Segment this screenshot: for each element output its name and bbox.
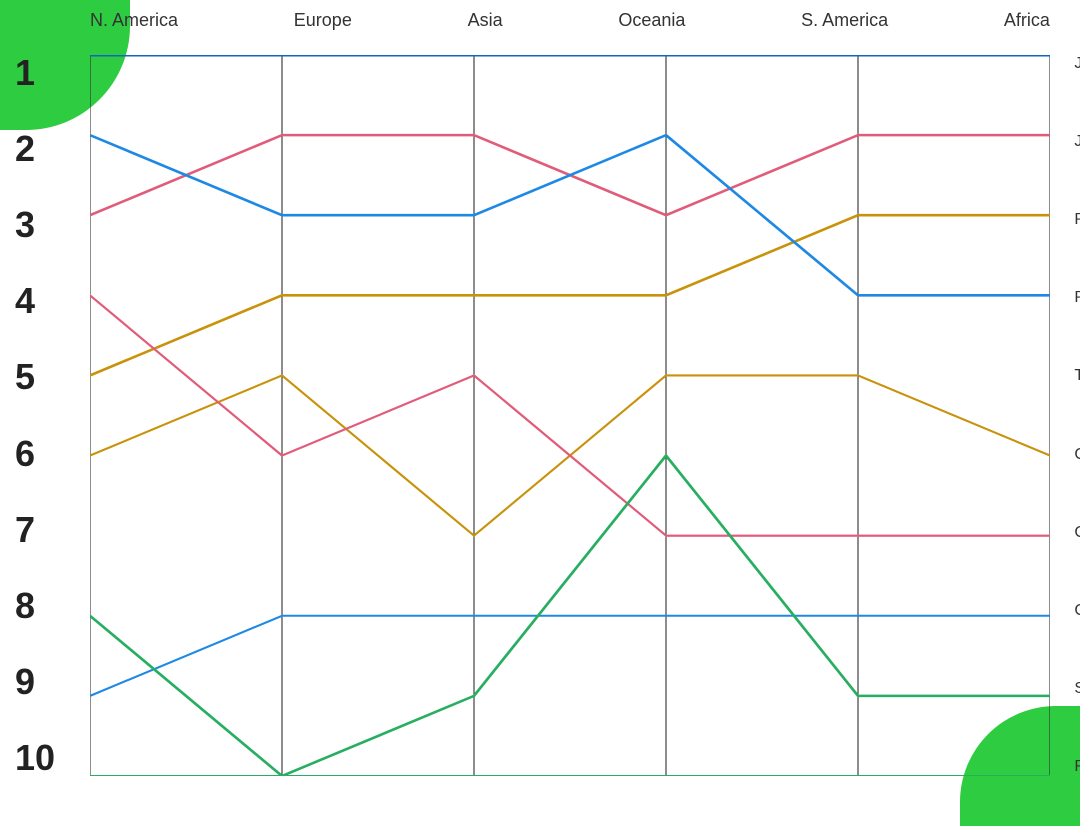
y-label-0: 1 <box>15 55 55 91</box>
y-label-9: 10 <box>15 740 55 776</box>
legend-labels: JavaScript Java PHP Python TypeScript C# C++ C S… <box>1074 55 1080 776</box>
y-label-6: 7 <box>15 512 55 548</box>
chart-container: N. AmericaEuropeAsiaOceaniaS. AmericaAfr… <box>90 55 1050 776</box>
chart-svg <box>90 55 1050 776</box>
y-label-2: 3 <box>15 207 55 243</box>
legend-label-shell: Shell <box>1074 680 1080 698</box>
legend-label-c++: C++ <box>1074 524 1080 542</box>
y-label-4: 5 <box>15 359 55 395</box>
y-label-7: 8 <box>15 588 55 624</box>
legend-label-javascript: JavaScript <box>1074 55 1080 73</box>
y-axis-labels: 1 2 3 4 5 6 7 8 9 10 <box>15 55 55 776</box>
legend-label-ruby: Ruby <box>1074 758 1080 776</box>
y-label-3: 4 <box>15 283 55 319</box>
legend-label-php: PHP <box>1074 211 1080 229</box>
x-label-2: Asia <box>468 10 503 31</box>
y-label-1: 2 <box>15 131 55 167</box>
legend-label-c#: C# <box>1074 446 1080 464</box>
x-axis-labels: N. America Europe Asia Oceania S. America Afr… <box>90 10 1050 31</box>
x-label-4: S. America <box>801 10 888 31</box>
legend-label-c: C <box>1074 602 1080 620</box>
y-label-5: 6 <box>15 436 55 472</box>
x-label-3: Oceania <box>618 10 685 31</box>
legend-label-typescript: TypeScript <box>1074 367 1080 385</box>
y-label-8: 9 <box>15 664 55 700</box>
x-label-1: Europe <box>294 10 352 31</box>
legend-label-python: Python <box>1074 289 1080 307</box>
legend-label-java: Java <box>1074 133 1080 151</box>
x-label-0: N. America <box>90 10 178 31</box>
x-label-5: Africa <box>1004 10 1050 31</box>
